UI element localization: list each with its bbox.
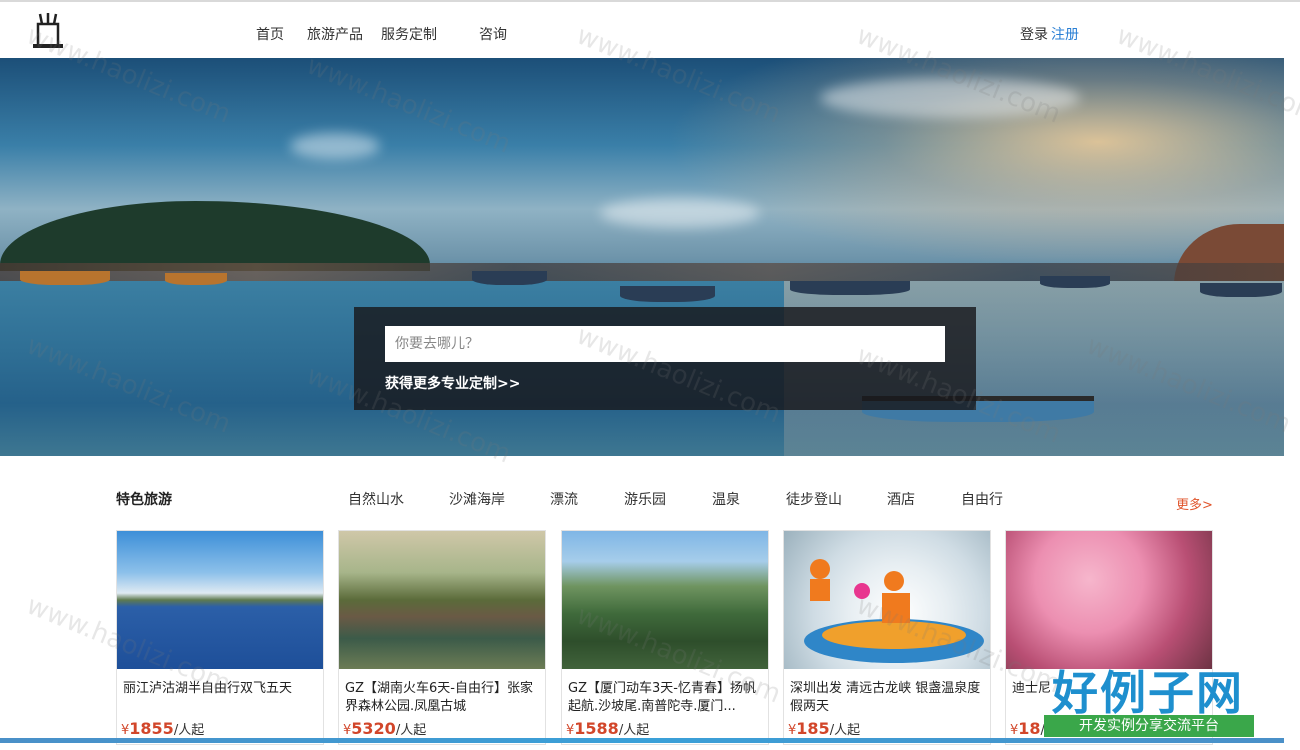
island bbox=[0, 201, 430, 271]
auth-links: 登录 注册 bbox=[1020, 24, 1079, 44]
product-card[interactable]: 深圳出发 清远古龙峡 银盏温泉度假两天 ¥185/人起 bbox=[783, 530, 991, 745]
product-image bbox=[562, 531, 768, 669]
brand-title: 好例子网 bbox=[1052, 666, 1244, 720]
product-name[interactable]: 丽江泸沽湖半自由行双飞五天 bbox=[123, 680, 319, 716]
boat bbox=[20, 271, 110, 285]
search-panel: 获得更多专业定制>> bbox=[354, 307, 976, 410]
price-value: 1588 bbox=[574, 719, 619, 738]
brand-watermark: 好例子网 开发实例分享交流平台 bbox=[1042, 657, 1254, 737]
magic-hat-logo-icon[interactable] bbox=[30, 12, 66, 54]
nav-consult[interactable]: 咨询 bbox=[479, 24, 507, 44]
login-link[interactable]: 登录 bbox=[1020, 27, 1048, 43]
tab-nature[interactable]: 自然山水 bbox=[348, 489, 404, 509]
brand-subtitle: 开发实例分享交流平台 bbox=[1044, 715, 1254, 737]
tab-amusement-park[interactable]: 游乐园 bbox=[624, 489, 666, 509]
product-name[interactable]: GZ【厦门动车3天-忆青春】扬帆起航.沙坡尾.南普陀寺.厦门... bbox=[568, 680, 764, 716]
top-bar: 首页 旅游产品 服务定制 咨询 登录 注册 bbox=[0, 0, 1300, 58]
tab-hot-spring[interactable]: 温泉 bbox=[712, 489, 740, 509]
price-value: 5320 bbox=[351, 719, 396, 738]
tab-hiking[interactable]: 徒步登山 bbox=[786, 489, 842, 509]
boat bbox=[165, 273, 227, 285]
price-value: 185 bbox=[796, 719, 830, 738]
product-price: ¥185/人起 bbox=[788, 719, 861, 738]
tab-rafting[interactable]: 漂流 bbox=[550, 489, 578, 509]
tab-independent-travel[interactable]: 自由行 bbox=[961, 489, 1003, 509]
bottom-scroll-bar bbox=[0, 738, 1284, 743]
price-value: 1855 bbox=[129, 719, 174, 738]
register-link[interactable]: 注册 bbox=[1051, 27, 1079, 43]
price-unit: /人起 bbox=[395, 723, 427, 738]
product-image bbox=[117, 531, 323, 669]
cloud bbox=[600, 198, 760, 228]
boat bbox=[790, 281, 910, 295]
product-card[interactable]: GZ【厦门动车3天-忆青春】扬帆起航.沙坡尾.南普陀寺.厦门... ¥1588/… bbox=[561, 530, 769, 745]
price-unit: /人起 bbox=[173, 723, 205, 738]
boat bbox=[1200, 283, 1282, 297]
product-name[interactable]: GZ【湖南火车6天-自由行】张家界森林公园.凤凰古城 bbox=[345, 680, 541, 716]
featured-travel-title: 特色旅游 bbox=[116, 492, 172, 508]
price-value: 18 bbox=[1018, 719, 1041, 738]
price-unit: /人起 bbox=[618, 723, 650, 738]
product-price: ¥1588/人起 bbox=[566, 719, 650, 738]
product-image bbox=[1006, 531, 1212, 669]
product-price: ¥1855/人起 bbox=[121, 719, 205, 738]
product-card[interactable]: 丽江泸沽湖半自由行双飞五天 ¥1855/人起 bbox=[116, 530, 324, 745]
tab-hotel[interactable]: 酒店 bbox=[887, 489, 915, 509]
product-name[interactable]: 深圳出发 清远古龙峡 银盏温泉度假两天 bbox=[790, 680, 986, 716]
hero-banner: 获得更多专业定制>> bbox=[0, 58, 1284, 456]
nav-custom-service[interactable]: 服务定制 bbox=[381, 24, 437, 44]
nav-travel-products[interactable]: 旅游产品 bbox=[307, 24, 363, 44]
tab-beach[interactable]: 沙滩海岸 bbox=[449, 489, 505, 509]
destination-search-input[interactable] bbox=[385, 326, 945, 362]
price-unit: /人起 bbox=[829, 723, 861, 738]
boat bbox=[620, 286, 715, 302]
cloud bbox=[820, 78, 1080, 118]
boat bbox=[472, 271, 547, 285]
more-custom-link[interactable]: 获得更多专业定制>> bbox=[385, 373, 520, 393]
more-link[interactable]: 更多> bbox=[1176, 494, 1213, 513]
product-card[interactable]: GZ【湖南火车6天-自由行】张家界森林公园.凤凰古城 ¥5320/人起 bbox=[338, 530, 546, 745]
nav-home[interactable]: 首页 bbox=[256, 24, 284, 44]
product-image bbox=[339, 531, 545, 669]
product-price: ¥5320/人起 bbox=[343, 719, 427, 738]
cloud bbox=[290, 133, 380, 159]
product-image bbox=[784, 531, 990, 669]
rafting-scene-icon bbox=[804, 559, 984, 663]
boat bbox=[1040, 276, 1110, 288]
